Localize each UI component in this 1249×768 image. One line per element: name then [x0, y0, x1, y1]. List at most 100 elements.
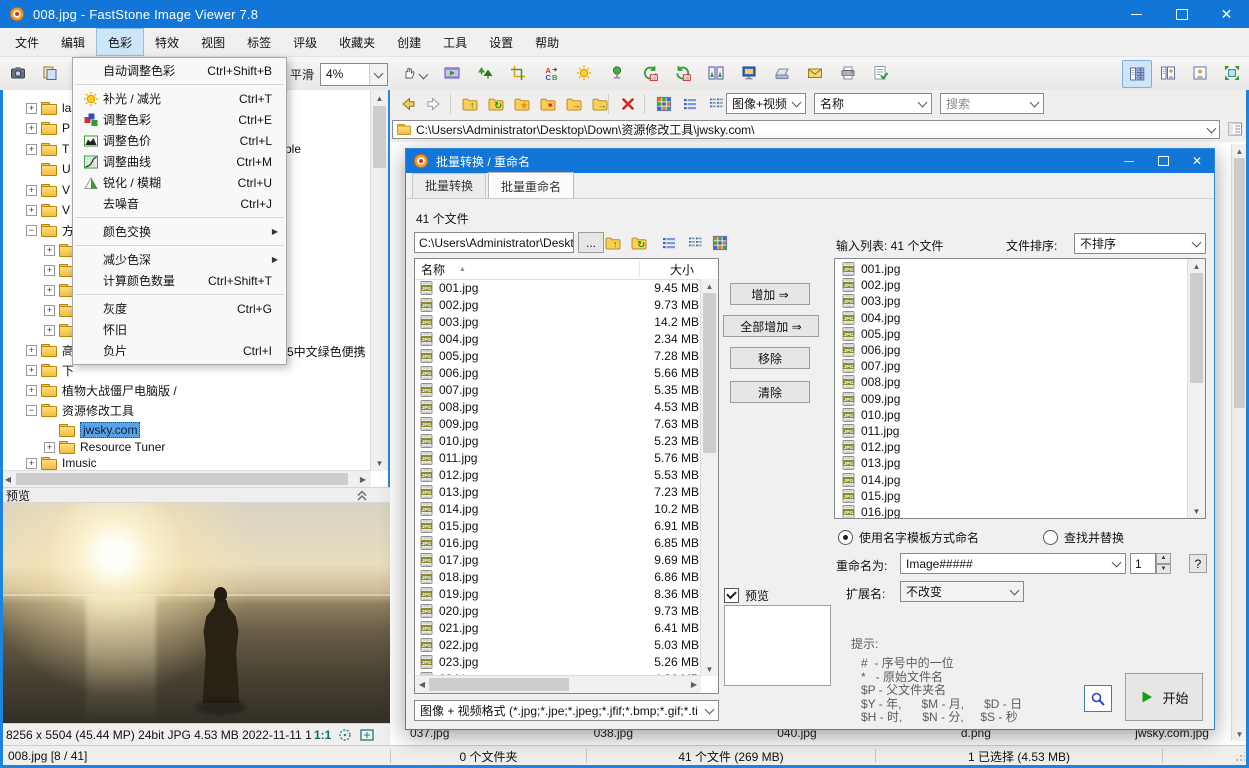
menubar-item-5[interactable]: 视图 — [190, 28, 236, 56]
tree-expander-icon[interactable]: + — [26, 205, 37, 216]
tree-vertical-scrollbar[interactable]: ▲ ▼ — [370, 90, 388, 471]
detail-view-button[interactable] — [678, 92, 702, 115]
extension-dropdown-icon[interactable] — [1006, 582, 1023, 601]
search-combo[interactable]: 搜索 — [940, 93, 1044, 114]
close-button[interactable]: ✕ — [1204, 0, 1249, 28]
tree-expander-icon[interactable]: + — [26, 144, 37, 155]
input-file-row-007.jpg[interactable]: JPG007.jpg — [841, 358, 1188, 374]
hand-tool-button[interactable] — [396, 60, 432, 86]
sort-order-combo[interactable]: 不排序 — [1074, 233, 1206, 254]
file-row-023.jpg[interactable]: JPG023.jpg5.26 MB — [419, 653, 701, 670]
preview-image[interactable] — [0, 503, 390, 723]
file-row-010.jpg[interactable]: JPG010.jpg5.23 MB — [419, 432, 701, 449]
input-file-row-010.jpg[interactable]: JPG010.jpg — [841, 407, 1188, 423]
collapse-chevrons-icon[interactable] — [354, 487, 370, 503]
tree-item-高[interactable]: +高 — [26, 341, 74, 359]
tree-item-资源修改工具[interactable]: −资源修改工具 — [26, 401, 134, 419]
dialog-tab-1[interactable]: 批量转换 — [412, 173, 486, 198]
file-row-005.jpg[interactable]: JPG005.jpg7.28 MB — [419, 347, 701, 364]
input-file-row-013.jpg[interactable]: JPG013.jpg — [841, 455, 1188, 471]
sort-dropdown-icon[interactable] — [914, 94, 931, 113]
format-filter-combo[interactable]: 图像 + 视频格式 (*.jpg;*.jpe;*.jpeg;*.jfif;*.b… — [414, 700, 719, 721]
tree-expander-icon[interactable]: − — [26, 225, 37, 236]
clear-button[interactable]: 清除 — [730, 381, 810, 403]
file-row-009.jpg[interactable]: JPG009.jpg7.63 MB — [419, 415, 701, 432]
preview-checkbox-row[interactable]: 预览 — [724, 587, 769, 604]
search-input[interactable]: 搜索 — [941, 95, 1026, 112]
replace-radio-row[interactable]: 查找并替换 — [1043, 529, 1124, 546]
resize-button[interactable] — [471, 60, 499, 86]
color-menu-item-5[interactable]: 调整曲线Ctrl+M — [73, 151, 286, 172]
tree-item-T[interactable]: +T — [26, 140, 69, 158]
red-eye-button[interactable] — [603, 60, 631, 86]
template-radio-row[interactable]: 使用名字模板方式命名 — [838, 529, 979, 546]
color-menu-item-10[interactable]: 计算颜色数量Ctrl+Shift+T — [73, 270, 286, 291]
tree-expander-icon[interactable]: − — [26, 405, 37, 416]
help-button[interactable]: ? — [1189, 554, 1207, 573]
slideshow-button[interactable] — [438, 60, 466, 86]
template-radio[interactable] — [838, 530, 853, 545]
sort-order-dropdown-icon[interactable] — [1188, 234, 1205, 253]
menubar-item-2[interactable]: 编辑 — [50, 28, 96, 56]
file-row-019.jpg[interactable]: JPG019.jpg8.36 MB — [419, 585, 701, 602]
move-to-folder-button[interactable]: → — [562, 92, 586, 115]
filter-dropdown-icon[interactable] — [788, 94, 805, 113]
file-row-017.jpg[interactable]: JPG017.jpg9.69 MB — [419, 551, 701, 568]
wallpaper-button[interactable] — [735, 60, 763, 86]
scroll-left-icon[interactable]: ◀ — [417, 676, 427, 693]
address-input[interactable]: C:\Users\Administrator\Desktop\Down\资源修改… — [392, 120, 1220, 139]
tree-expander-icon[interactable]: + — [44, 285, 55, 296]
thumbnail-view-button[interactable] — [652, 92, 676, 115]
input-file-row-008.jpg[interactable]: JPG008.jpg — [841, 374, 1188, 390]
menubar-item-8[interactable]: 收藏夹 — [328, 28, 386, 56]
file-row-015.jpg[interactable]: JPG015.jpg6.91 MB — [419, 517, 701, 534]
back-button[interactable] — [396, 92, 420, 115]
input-file-row-002.jpg[interactable]: JPG002.jpg — [841, 277, 1188, 293]
file-row-013.jpg[interactable]: JPG013.jpg7.23 MB — [419, 483, 701, 500]
file-row-001.jpg[interactable]: JPG001.jpg9.45 MB — [419, 279, 701, 296]
input-file-row-012.jpg[interactable]: JPG012.jpg — [841, 439, 1188, 455]
address-dropdown-icon[interactable] — [1203, 128, 1219, 132]
file-row-012.jpg[interactable]: JPG012.jpg5.53 MB — [419, 466, 701, 483]
list-vertical-scrollbar[interactable]: ▲ ▼ — [700, 279, 718, 676]
tree-expander-icon[interactable]: + — [26, 185, 37, 196]
delete-button[interactable] — [616, 92, 640, 115]
add-button[interactable]: 增加 ⇒ — [730, 283, 810, 305]
tree-expander-icon[interactable]: + — [44, 265, 55, 276]
spin-down-icon[interactable]: ▼ — [1156, 564, 1171, 575]
input-file-row-009.jpg[interactable]: JPG009.jpg — [841, 391, 1188, 407]
dialog-minimize-button[interactable] — [1112, 149, 1146, 173]
dialog-title-bar[interactable]: 批量转换 / 重命名 ✕ — [406, 149, 1214, 173]
rotate-right-button[interactable]: 90 — [669, 60, 697, 86]
file-row-006.jpg[interactable]: JPG006.jpg5.66 MB — [419, 364, 701, 381]
file-row-022.jpg[interactable]: JPG022.jpg5.03 MB — [419, 636, 701, 653]
tree-expander-icon[interactable]: + — [26, 458, 37, 469]
dialog-list-view-button[interactable] — [684, 232, 706, 253]
tree-horizontal-scrollbar[interactable]: ◀ ▶ — [0, 470, 371, 487]
browse-button[interactable]: ... — [578, 232, 604, 253]
preview-checkbox[interactable] — [724, 588, 739, 603]
input-file-row-016.jpg[interactable]: JPG016.jpg — [841, 504, 1188, 518]
scroll-up-icon[interactable]: ▲ — [1188, 261, 1205, 271]
file-row-021.jpg[interactable]: JPG021.jpg6.41 MB — [419, 619, 701, 636]
list-header[interactable]: 名称 ▲ 大小 — [415, 259, 718, 280]
forward-button[interactable] — [422, 92, 446, 115]
browse-view-button[interactable] — [1122, 60, 1152, 88]
refresh-folder-button[interactable]: ↻ — [484, 92, 508, 115]
tree-expander-icon[interactable]: + — [44, 325, 55, 336]
input-file-row-006.jpg[interactable]: JPG006.jpg — [841, 342, 1188, 358]
selection-icon[interactable] — [337, 727, 353, 743]
preview-view-button[interactable] — [1154, 60, 1182, 86]
scroll-left-icon[interactable]: ◀ — [2, 471, 14, 487]
dialog-up-folder-button[interactable]: ↑ — [602, 232, 624, 253]
tree-expander-icon[interactable]: + — [26, 103, 37, 114]
column-size[interactable]: 大小 — [670, 261, 694, 278]
dialog-refresh-folder-button[interactable]: ↻ — [628, 232, 650, 253]
resize-grip[interactable] — [1235, 752, 1245, 762]
color-menu-item-13[interactable]: 负片Ctrl+I — [73, 340, 286, 361]
print-button[interactable] — [834, 60, 862, 86]
new-folder-button[interactable]: ✶ — [536, 92, 560, 115]
dialog-thumbnail-view-button[interactable] — [709, 232, 731, 253]
file-row-011.jpg[interactable]: JPG011.jpg5.76 MB — [419, 449, 701, 466]
dialog-detail-view-button[interactable] — [658, 232, 680, 253]
